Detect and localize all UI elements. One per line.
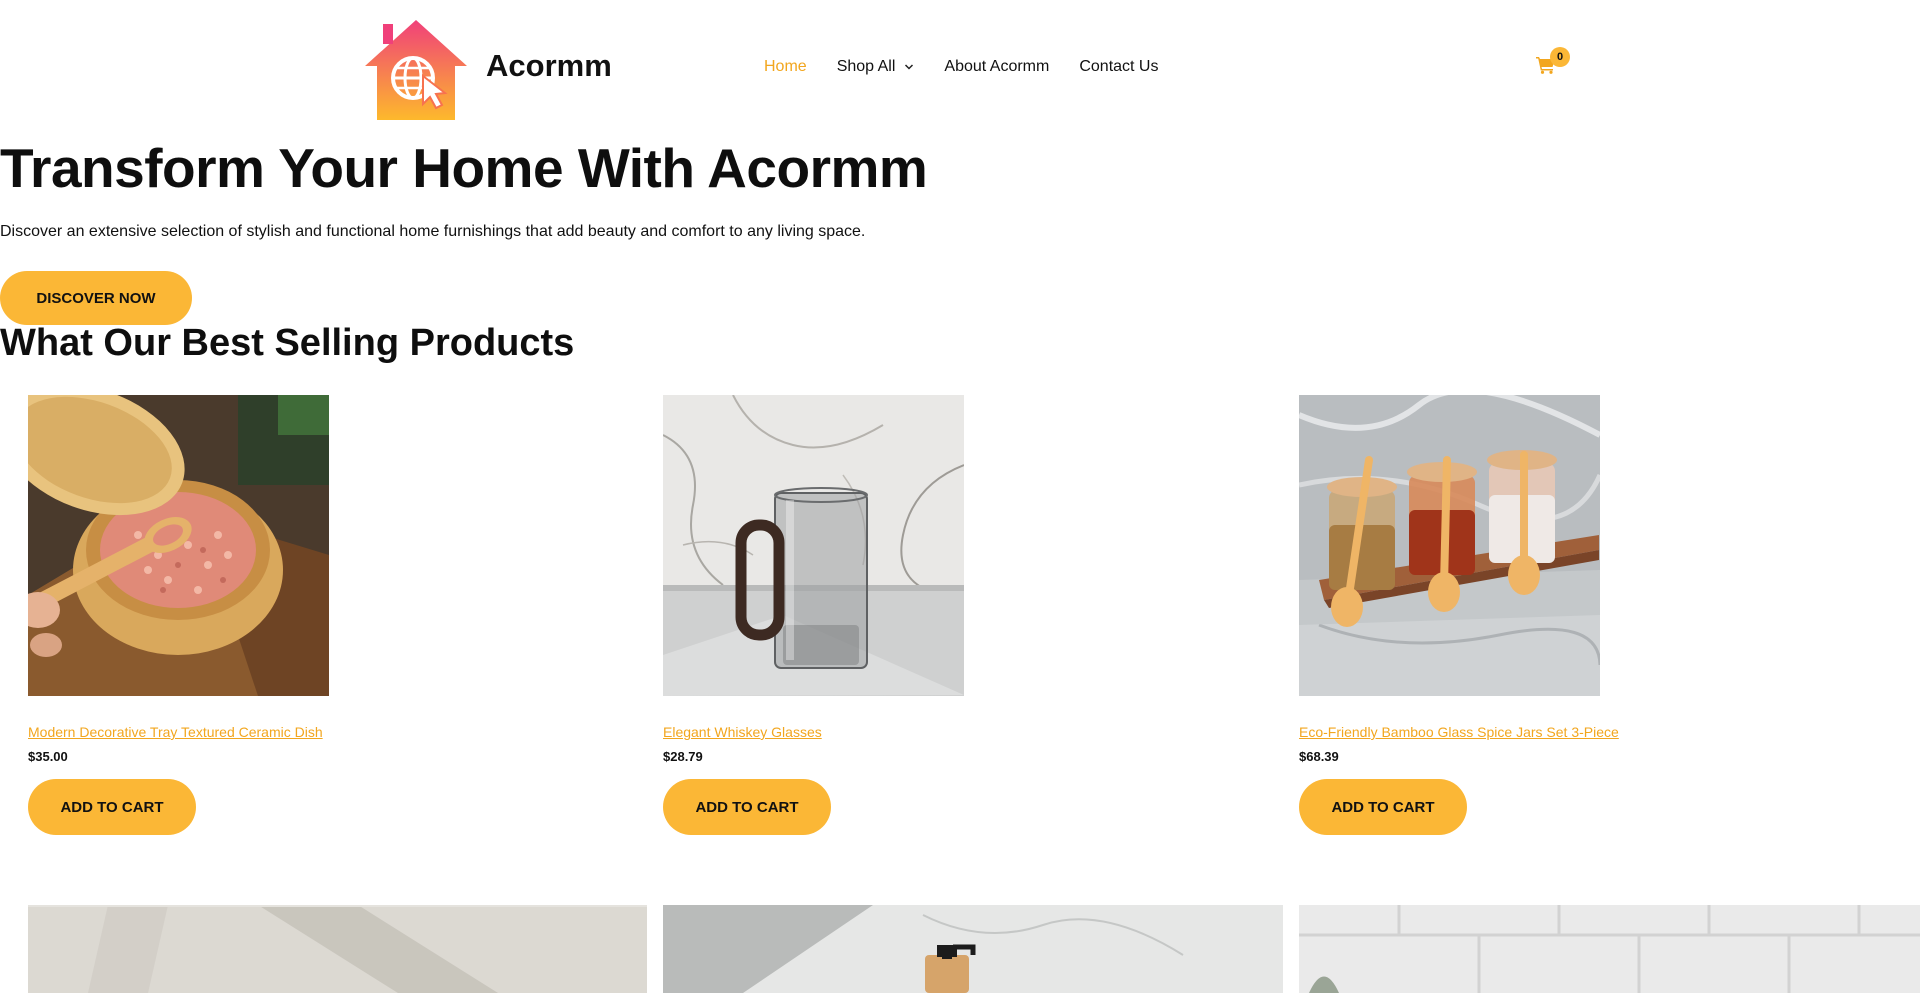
product-name-link[interactable]: Eco-Friendly Bamboo Glass Spice Jars Set… bbox=[1299, 724, 1619, 740]
main-nav: Home Shop All About Acormm Contact Us bbox=[764, 58, 1158, 76]
nav-shop-all-label: Shop All bbox=[836, 58, 896, 75]
hero-subtitle: Discover an extensive selection of styli… bbox=[0, 223, 866, 240]
product-name-link[interactable]: Elegant Whiskey Glasses bbox=[663, 724, 822, 740]
product-price: $35.00 bbox=[28, 749, 68, 764]
add-to-cart-button[interactable]: ADD TO CART bbox=[1299, 779, 1467, 835]
product-image[interactable] bbox=[1299, 905, 1920, 993]
product-image[interactable] bbox=[663, 905, 1283, 993]
discover-now-button[interactable]: DISCOVER NOW bbox=[0, 271, 192, 325]
acormm-logo[interactable] bbox=[363, 18, 470, 122]
brand-name[interactable]: Acormm bbox=[486, 48, 612, 84]
site-header: Acormm Home Shop All About Acormm Contac… bbox=[0, 0, 1920, 128]
product-card: Elegant Whiskey Glasses $28.79 ADD TO CA… bbox=[663, 395, 1283, 835]
product-image[interactable] bbox=[28, 905, 647, 993]
product-card: Modern Decorative Tray Textured Ceramic … bbox=[28, 395, 648, 835]
nav-contact[interactable]: Contact Us bbox=[1079, 58, 1158, 76]
product-card: Eco-Friendly Bamboo Glass Spice Jars Set… bbox=[1299, 395, 1919, 835]
product-price: $28.79 bbox=[663, 749, 703, 764]
nav-shop-all[interactable]: Shop All bbox=[837, 58, 915, 76]
nav-home[interactable]: Home bbox=[764, 58, 807, 76]
product-image[interactable] bbox=[663, 395, 964, 696]
add-to-cart-button[interactable]: ADD TO CART bbox=[28, 779, 196, 835]
best-selling-title: What Our Best Selling Products bbox=[0, 322, 575, 364]
nav-about[interactable]: About Acormm bbox=[944, 58, 1049, 76]
hero-title: Transform Your Home With Acormm bbox=[0, 137, 928, 199]
add-to-cart-button[interactable]: ADD TO CART bbox=[663, 779, 831, 835]
chevron-down-icon bbox=[905, 64, 914, 70]
product-price: $68.39 bbox=[1299, 749, 1339, 764]
product-image[interactable] bbox=[28, 395, 329, 696]
product-name-link[interactable]: Modern Decorative Tray Textured Ceramic … bbox=[28, 724, 323, 740]
cart-count-badge: 0 bbox=[1550, 47, 1570, 67]
product-image[interactable] bbox=[1299, 395, 1600, 696]
